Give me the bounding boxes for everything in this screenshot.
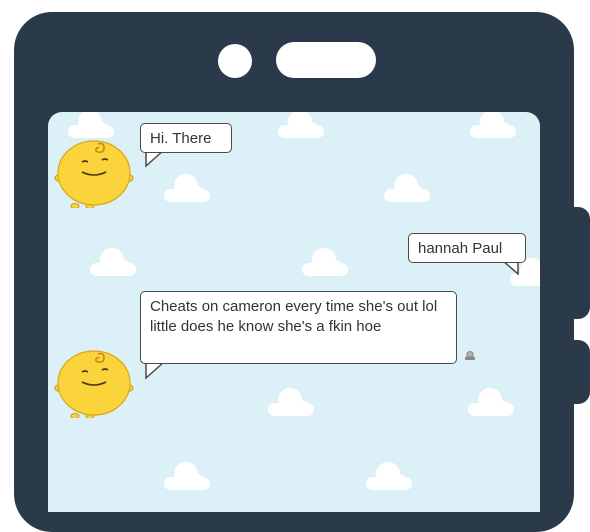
bot-avatar-icon[interactable] [54, 136, 134, 209]
cloud-decoration [90, 248, 136, 276]
cloud-decoration [468, 388, 514, 416]
message-text: Hi. There [150, 130, 212, 147]
cloud-decoration [164, 174, 210, 202]
phone-speaker [276, 42, 376, 78]
message-text: hannah Paul [418, 240, 503, 257]
report-icon[interactable] [464, 348, 476, 360]
cloud-decoration [366, 462, 412, 490]
phone-camera [218, 44, 252, 78]
bot-avatar-icon[interactable] [54, 346, 134, 419]
cloud-decoration [384, 174, 430, 202]
message-bubble-bot[interactable]: Hi. There [140, 123, 232, 153]
cloud-decoration [164, 462, 210, 490]
cloud-decoration [68, 112, 114, 138]
cloud-decoration [278, 112, 324, 138]
cloud-decoration [470, 112, 516, 138]
cloud-decoration [302, 248, 348, 276]
message-bubble-user[interactable]: hannah Paul [408, 233, 526, 263]
message-bubble-bot[interactable]: Cheats on cameron every time she's out l… [140, 291, 457, 364]
cloud-decoration [268, 388, 314, 416]
message-text: Cheats on cameron every time she's out l… [150, 298, 438, 335]
